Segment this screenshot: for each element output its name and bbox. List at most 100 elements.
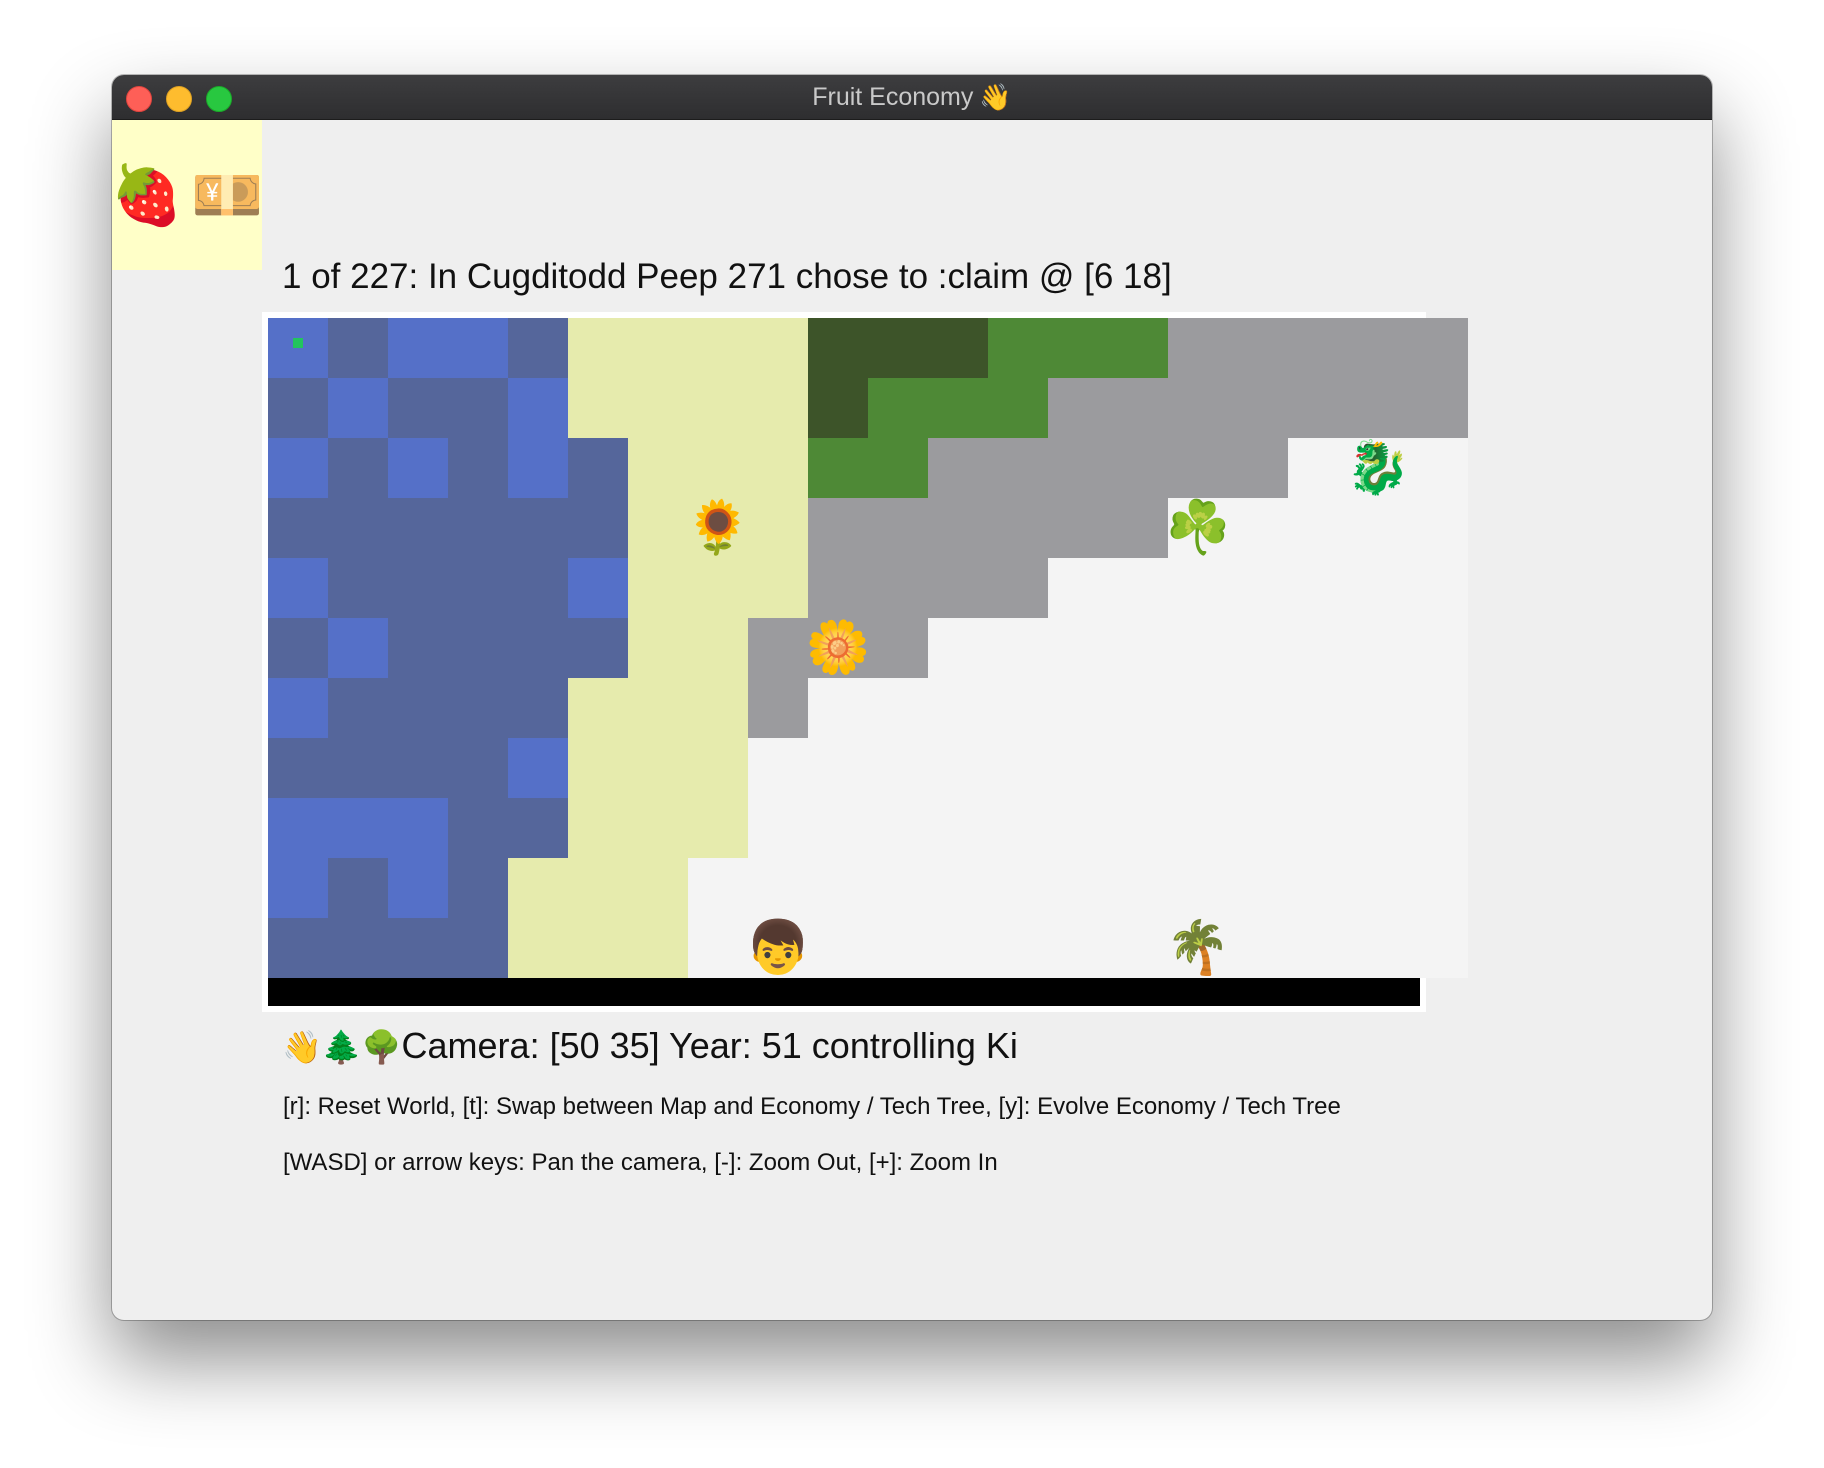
map-tile[interactable] xyxy=(508,918,568,978)
map-tile[interactable] xyxy=(808,558,868,618)
title-bar[interactable]: Fruit Economy 👋 xyxy=(112,75,1712,120)
map-tile[interactable] xyxy=(508,738,568,798)
map-tile[interactable] xyxy=(268,558,328,618)
map-tile[interactable] xyxy=(388,318,448,378)
map-tile[interactable] xyxy=(928,498,988,558)
map-tile[interactable] xyxy=(268,378,328,438)
map-tile[interactable] xyxy=(928,738,988,798)
map-tile[interactable] xyxy=(1108,678,1168,738)
map-tile[interactable] xyxy=(808,498,868,558)
dragon-icon[interactable]: 🐉 xyxy=(1346,438,1411,498)
map-tile[interactable] xyxy=(1048,618,1108,678)
map-tile[interactable] xyxy=(328,678,388,738)
map-tile[interactable] xyxy=(1348,858,1408,918)
map-tile[interactable] xyxy=(508,438,568,498)
map-tile[interactable] xyxy=(928,318,988,378)
map-tile[interactable] xyxy=(388,858,448,918)
map-tile[interactable] xyxy=(988,498,1048,558)
map-tile[interactable] xyxy=(688,918,748,978)
map-tile[interactable] xyxy=(508,858,568,918)
map-tile[interactable] xyxy=(328,918,388,978)
map-tile[interactable] xyxy=(628,558,688,618)
map-tile[interactable] xyxy=(1288,378,1348,438)
map-tile[interactable] xyxy=(1048,858,1108,918)
map-tile[interactable] xyxy=(1168,618,1228,678)
map-tile[interactable] xyxy=(1168,858,1228,918)
map-tile[interactable] xyxy=(1348,618,1408,678)
map-tile[interactable] xyxy=(1228,618,1288,678)
map-tile[interactable] xyxy=(328,558,388,618)
map-tile[interactable] xyxy=(568,438,628,498)
map-tile[interactable] xyxy=(1288,678,1348,738)
map-tile[interactable] xyxy=(688,438,748,498)
map-tile[interactable] xyxy=(388,678,448,738)
map-tile[interactable] xyxy=(868,738,928,798)
map-tile[interactable] xyxy=(1288,918,1348,978)
map-tile[interactable] xyxy=(388,378,448,438)
map-tile[interactable] xyxy=(388,618,448,678)
sunflower-icon[interactable]: 🌻 xyxy=(686,498,751,558)
map-tile[interactable] xyxy=(1228,738,1288,798)
map-tile[interactable] xyxy=(508,678,568,738)
map-tile[interactable] xyxy=(328,858,388,918)
map-tile[interactable] xyxy=(688,738,748,798)
map-tile[interactable] xyxy=(868,918,928,978)
map-tile[interactable] xyxy=(268,858,328,918)
map-tile[interactable] xyxy=(268,318,328,378)
map-tile[interactable] xyxy=(808,798,868,858)
map-tile[interactable] xyxy=(988,378,1048,438)
map-tile[interactable] xyxy=(268,798,328,858)
map-tile[interactable] xyxy=(868,498,928,558)
map-tile[interactable] xyxy=(1048,498,1108,558)
map-tile[interactable] xyxy=(388,798,448,858)
map-tile[interactable] xyxy=(1048,558,1108,618)
map-tile[interactable] xyxy=(1168,678,1228,738)
map-tile[interactable] xyxy=(508,498,568,558)
map-tile[interactable] xyxy=(1228,438,1288,498)
map-tile[interactable] xyxy=(748,438,808,498)
map-tile[interactable] xyxy=(1108,558,1168,618)
map-tile[interactable] xyxy=(1108,498,1168,558)
person-icon[interactable]: 👦 xyxy=(746,918,811,978)
map-tile[interactable] xyxy=(988,858,1048,918)
map-tile[interactable] xyxy=(808,738,868,798)
map-tile[interactable] xyxy=(748,738,808,798)
map-tile[interactable] xyxy=(388,498,448,558)
map-tile[interactable] xyxy=(1288,618,1348,678)
map-tile[interactable] xyxy=(688,378,748,438)
map-tile[interactable] xyxy=(268,618,328,678)
map-tile[interactable] xyxy=(448,738,508,798)
map-tile[interactable] xyxy=(868,318,928,378)
map-tile[interactable] xyxy=(268,678,328,738)
map-tile[interactable] xyxy=(748,378,808,438)
map-tile[interactable] xyxy=(1348,498,1408,558)
map-tile[interactable] xyxy=(1228,378,1288,438)
map-tile[interactable] xyxy=(988,318,1048,378)
blossom-icon[interactable]: 🌼 xyxy=(806,618,871,678)
map-tile[interactable] xyxy=(448,678,508,738)
map-tile[interactable] xyxy=(1408,438,1468,498)
map-tile[interactable] xyxy=(448,618,508,678)
map-tile[interactable] xyxy=(1108,858,1168,918)
map-tile[interactable] xyxy=(328,618,388,678)
map-tile[interactable] xyxy=(988,798,1048,858)
map-tile[interactable] xyxy=(448,798,508,858)
map-tile[interactable] xyxy=(748,798,808,858)
map-tile[interactable] xyxy=(1228,498,1288,558)
map-tile[interactable] xyxy=(568,798,628,858)
map-tile[interactable] xyxy=(508,618,568,678)
map-tile[interactable] xyxy=(1108,618,1168,678)
map-tile[interactable] xyxy=(628,618,688,678)
map-tile[interactable] xyxy=(568,498,628,558)
map-tile[interactable] xyxy=(868,438,928,498)
map-tile[interactable] xyxy=(1108,318,1168,378)
map-tile[interactable] xyxy=(568,858,628,918)
world-map[interactable]: 🌻 🌼 ☘️ 🐉 👦 🌴 xyxy=(268,318,1468,1006)
map-tile[interactable] xyxy=(1408,738,1468,798)
map-tile[interactable] xyxy=(1348,738,1408,798)
map-tile[interactable] xyxy=(1348,558,1408,618)
map-tile[interactable] xyxy=(568,678,628,738)
map-tile[interactable] xyxy=(1108,438,1168,498)
map-tile[interactable] xyxy=(748,318,808,378)
map-tile[interactable] xyxy=(1228,678,1288,738)
